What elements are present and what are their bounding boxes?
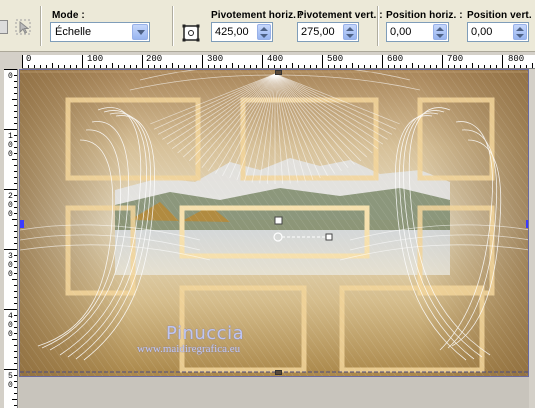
pivot-icon[interactable] — [182, 24, 200, 42]
ruler-label: 0 — [26, 55, 32, 64]
mode-value: Échelle — [55, 26, 92, 38]
workspace-right-strip — [529, 69, 535, 408]
horizontal-ruler: 0 100 200 300 400 500 600 700 800 — [22, 55, 535, 69]
top-resize-handle[interactable] — [275, 70, 282, 75]
spin-arrows-icon[interactable] — [433, 24, 447, 40]
spin-arrows-icon[interactable] — [513, 24, 527, 40]
watermark-name: Pinuccia — [166, 323, 245, 344]
ruler-label: 2 0 0 — [8, 192, 13, 219]
workspace-bottom — [19, 377, 529, 408]
ruler-label: 0 — [8, 72, 13, 81]
pos-v-value: 0,00 — [471, 26, 493, 38]
toolbar-separator — [40, 6, 41, 46]
ruler-label: 3 0 0 — [8, 252, 13, 279]
pos-h-value: 0,00 — [390, 26, 412, 38]
image-canvas[interactable]: Pinuccia www.maidiregrafica.eu — [19, 69, 529, 377]
pivot-h-label: Pivotement horiz. : — [211, 10, 303, 21]
ruler-label: 100 — [87, 55, 104, 64]
watermark-url: www.maidiregrafica.eu — [137, 343, 241, 355]
toolbar-edge-icon[interactable] — [0, 20, 8, 34]
vertical-ruler-ticks — [4, 69, 17, 406]
left-resize-handle[interactable] — [20, 220, 24, 228]
ruler-corner — [4, 55, 22, 69]
pivot-h-input[interactable]: 425,00 — [211, 22, 273, 42]
ruler-label: 500 — [327, 55, 344, 64]
toolbar-separator — [377, 6, 378, 46]
ruler-label: 800 — [508, 55, 525, 64]
dropdown-arrow-icon[interactable] — [132, 24, 148, 40]
ruler-label: 1 0 0 — [8, 132, 13, 159]
mode-label: Mode : — [52, 10, 85, 21]
ruler-label: 700 — [447, 55, 464, 64]
mode-select[interactable]: Échelle — [50, 22, 150, 42]
pivot-v-value: 275,00 — [301, 26, 335, 38]
ruler-label: 400 — [267, 55, 284, 64]
spin-arrows-icon[interactable] — [257, 24, 271, 40]
vertical-ruler: 0 1 0 0 2 0 0 3 0 0 4 0 0 5 0 — [4, 69, 18, 408]
pos-h-input[interactable]: 0,00 — [386, 22, 449, 42]
right-resize-handle[interactable] — [526, 220, 528, 228]
pos-v-input[interactable]: 0,00 — [467, 22, 529, 42]
pick-tool-icon[interactable] — [14, 18, 32, 36]
pivot-h-value: 425,00 — [215, 26, 249, 38]
ruler-label: 5 0 — [8, 372, 13, 390]
ruler-label: 300 — [207, 55, 224, 64]
pivot-v-input[interactable]: 275,00 — [297, 22, 359, 42]
ruler-label: 200 — [146, 55, 163, 64]
tool-options-toolbar: Mode : Échelle Pivotement horiz. : 425,0… — [0, 0, 535, 52]
ruler-label: 600 — [387, 55, 404, 64]
toolbar-separator — [172, 6, 173, 46]
spin-arrows-icon[interactable] — [343, 24, 357, 40]
pivot-v-label: Pivotement vert. : — [297, 10, 383, 21]
pos-h-label: Position horiz. : — [386, 10, 463, 21]
ruler-label: 4 0 0 — [8, 312, 13, 339]
bottom-resize-handle[interactable] — [275, 370, 282, 375]
toolbar-left-icons — [0, 16, 36, 42]
canvas-artwork — [20, 70, 528, 376]
